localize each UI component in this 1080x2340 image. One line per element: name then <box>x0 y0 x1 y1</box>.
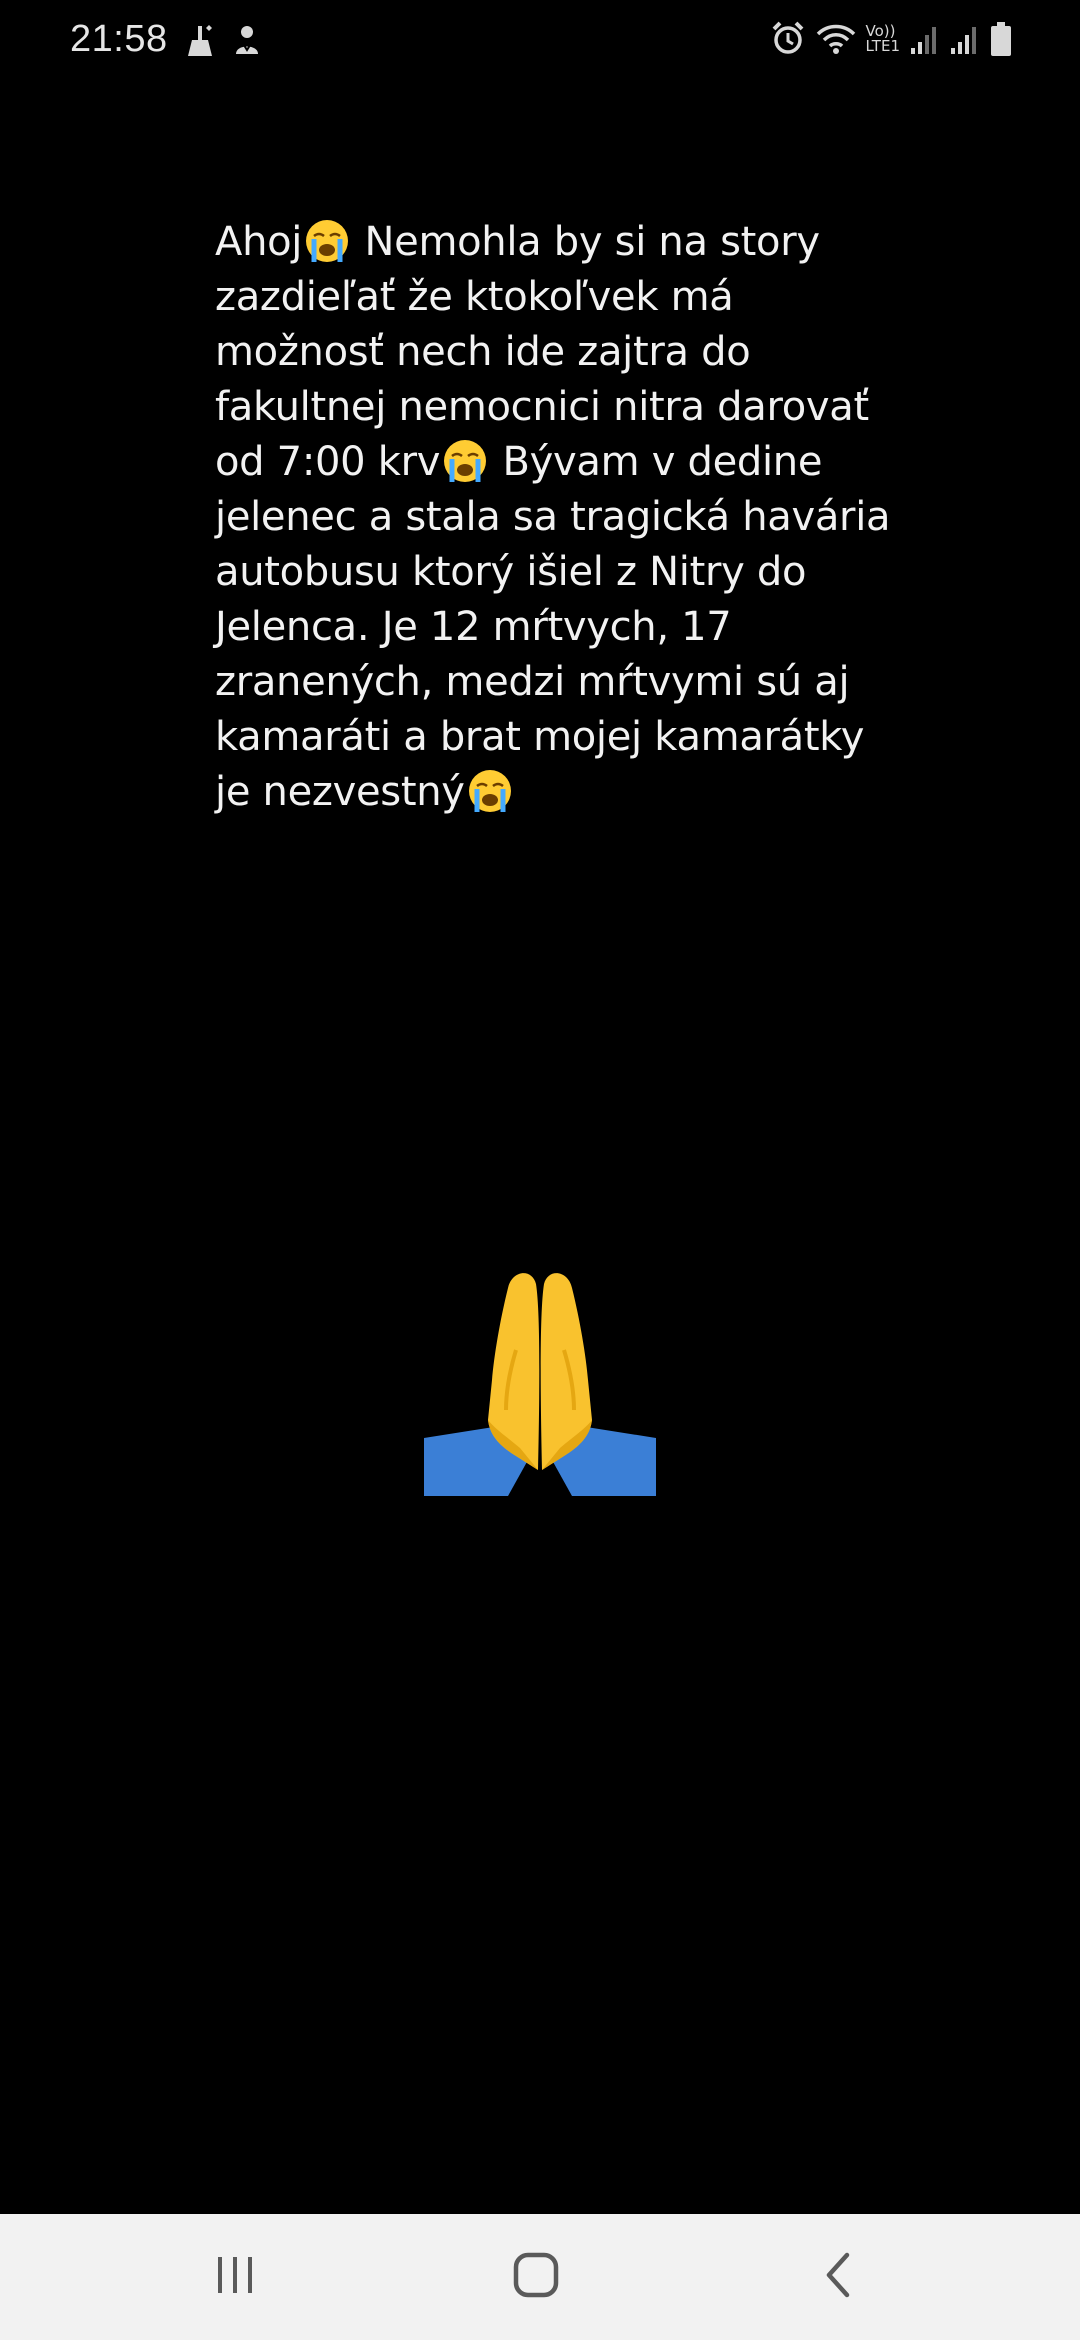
volte-icon: Vo)) LTE1 <box>866 24 900 54</box>
status-bar: 21:58 Vo)) LTE1 <box>0 0 1080 86</box>
alarm-icon <box>770 20 806 58</box>
recent-apps-icon <box>212 2253 258 2302</box>
story-text: Ahoj Nemohla by si na story zazdieľať že… <box>215 215 895 820</box>
story-text-segment: Jelenca. Je 12 mŕtvych, 17 <box>215 604 732 650</box>
story-line: Ahoj Nemohla by si na story <box>215 215 895 270</box>
notification-icon <box>232 22 262 60</box>
home-icon <box>512 2251 560 2304</box>
story-line: zranených, medzi mŕtvymi sú aj <box>215 655 895 710</box>
story-line: od 7:00 krv Bývam v dedine <box>215 435 895 490</box>
story-line: možnosť nech ide zajtra do <box>215 325 895 380</box>
story-text-segment: jelenec a stala sa tragická havária <box>215 494 891 540</box>
story-text-segment: je nezvestný <box>215 769 465 815</box>
battery-icon <box>990 21 1012 57</box>
volte-label-bottom: LTE1 <box>865 37 900 55</box>
status-right-icons: Vo)) LTE1 <box>770 20 1012 58</box>
story-line: zazdieľať že ktokoľvek má <box>215 270 895 325</box>
story-line: jelenec a stala sa tragická havária <box>215 490 895 545</box>
home-button[interactable] <box>476 2214 596 2340</box>
story-text-segment: od 7:00 krv <box>215 439 441 485</box>
story-text-segment: Ahoj <box>215 219 303 265</box>
signal-1-icon <box>910 22 940 56</box>
story-text-segment: zranených, medzi mŕtvymi sú aj <box>215 659 850 705</box>
story-line: Jelenca. Je 12 mŕtvych, 17 <box>215 600 895 655</box>
story-text-segment: zazdieľať že ktokoľvek má <box>215 274 734 320</box>
signal-2-icon <box>950 22 980 56</box>
story-line: fakultnej nemocnici nitra darovať <box>215 380 895 435</box>
story-text-segment: Bývam v dedine <box>490 439 823 485</box>
status-time: 21:58 <box>70 18 168 60</box>
story-line: autobusu ktorý išiel z Nitry do <box>215 545 895 600</box>
crying-face-icon <box>467 768 513 814</box>
story-text-segment: možnosť nech ide zajtra do <box>215 329 751 375</box>
story-text-segment: kamaráti a brat mojej kamarátky <box>215 714 865 760</box>
cleaner-icon <box>182 22 218 60</box>
crying-face-icon <box>304 218 350 264</box>
story-text-segment: fakultnej nemocnici nitra darovať <box>215 384 869 430</box>
back-button[interactable] <box>778 2214 898 2340</box>
story-text-segment: autobusu ktorý išiel z Nitry do <box>215 549 807 595</box>
recent-apps-button[interactable] <box>175 2214 295 2340</box>
status-left-icons <box>182 22 262 60</box>
story-line: je nezvestný <box>215 765 895 820</box>
praying-hands-icon <box>420 1260 660 1500</box>
navigation-bar <box>0 2214 1080 2340</box>
story-line: kamaráti a brat mojej kamarátky <box>215 710 895 765</box>
back-icon <box>821 2251 855 2304</box>
story-text-segment: Nemohla by si na story <box>352 219 821 265</box>
crying-face-icon <box>442 438 488 484</box>
wifi-icon <box>816 22 856 56</box>
